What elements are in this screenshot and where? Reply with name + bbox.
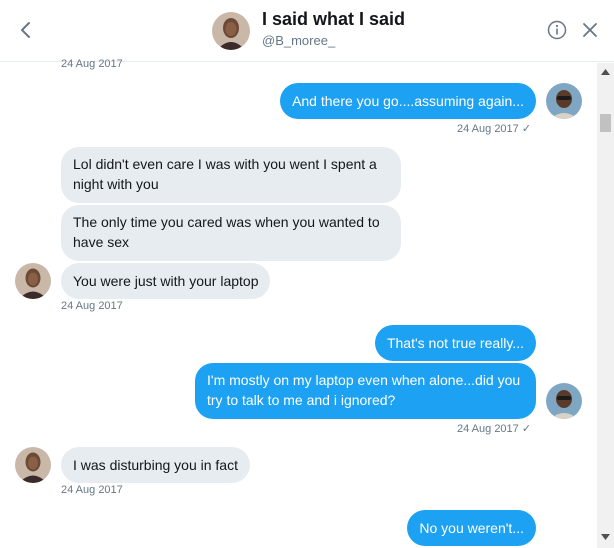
chevron-left-icon bbox=[21, 22, 30, 38]
message-line: Lol didn't even care I was with you went… bbox=[73, 156, 377, 172]
scroll-down-arrow[interactable] bbox=[597, 530, 614, 544]
triangle-up-icon bbox=[601, 69, 610, 75]
message-line: The only time you cared was when you wan… bbox=[73, 214, 380, 230]
incoming-message[interactable]: The only time you cared was when you wan… bbox=[61, 205, 401, 261]
outgoing-message[interactable]: No you weren't... bbox=[407, 510, 536, 546]
conversation-handle: @B_moree_ bbox=[262, 33, 336, 48]
sender-avatar[interactable] bbox=[15, 263, 51, 299]
sent-check-icon: ✓ bbox=[521, 423, 532, 435]
scroll-up-arrow[interactable] bbox=[597, 65, 614, 79]
back-button[interactable] bbox=[14, 18, 36, 42]
avatar-image bbox=[212, 12, 250, 50]
close-button[interactable] bbox=[582, 22, 598, 38]
info-icon bbox=[547, 20, 567, 40]
message-line: have sex bbox=[73, 234, 130, 250]
message-line: try to talk to me and i ignored? bbox=[207, 392, 396, 408]
sender-avatar[interactable] bbox=[15, 447, 51, 483]
conversation-header: I said what I said @B_moree_ bbox=[0, 0, 614, 62]
message-timestamp: 24 Aug 2017 bbox=[61, 484, 123, 496]
incoming-message[interactable]: I was disturbing you in fact bbox=[61, 447, 250, 483]
triangle-down-icon bbox=[601, 534, 610, 540]
incoming-message[interactable]: Lol didn't even care I was with you went… bbox=[61, 147, 401, 203]
avatar-image bbox=[15, 263, 51, 299]
message-line: night with you bbox=[73, 176, 159, 192]
own-avatar[interactable] bbox=[546, 83, 582, 119]
message-timestamp: 24 Aug 2017 ✓ bbox=[457, 123, 532, 135]
message-line: I'm mostly on my laptop even when alone.… bbox=[207, 372, 521, 388]
avatar-image bbox=[15, 447, 51, 483]
conversation-title: I said what I said bbox=[262, 9, 406, 29]
message-timestamp: 24 Aug 2017 ✓ bbox=[457, 423, 532, 435]
incoming-message[interactable]: You were just with your laptop bbox=[61, 263, 271, 299]
message-timestamp: 24 Aug 2017 bbox=[61, 300, 123, 312]
conversation-avatar[interactable] bbox=[212, 12, 250, 50]
outgoing-message[interactable]: That's not true really... bbox=[374, 325, 536, 361]
outgoing-message[interactable]: I'm mostly on my laptop even when alone.… bbox=[195, 363, 536, 419]
sent-check-icon: ✓ bbox=[521, 123, 532, 135]
avatar-image bbox=[546, 83, 582, 119]
info-button[interactable] bbox=[547, 20, 567, 40]
outgoing-message[interactable]: And there you go....assuming again... bbox=[280, 83, 536, 119]
messages-scrollbar[interactable] bbox=[597, 63, 614, 548]
own-avatar[interactable] bbox=[546, 383, 582, 419]
close-icon bbox=[583, 23, 597, 37]
scrollbar-thumb[interactable] bbox=[600, 114, 611, 132]
message-timestamp: 24 Aug 2017 bbox=[61, 58, 123, 70]
avatar-image bbox=[546, 383, 582, 419]
